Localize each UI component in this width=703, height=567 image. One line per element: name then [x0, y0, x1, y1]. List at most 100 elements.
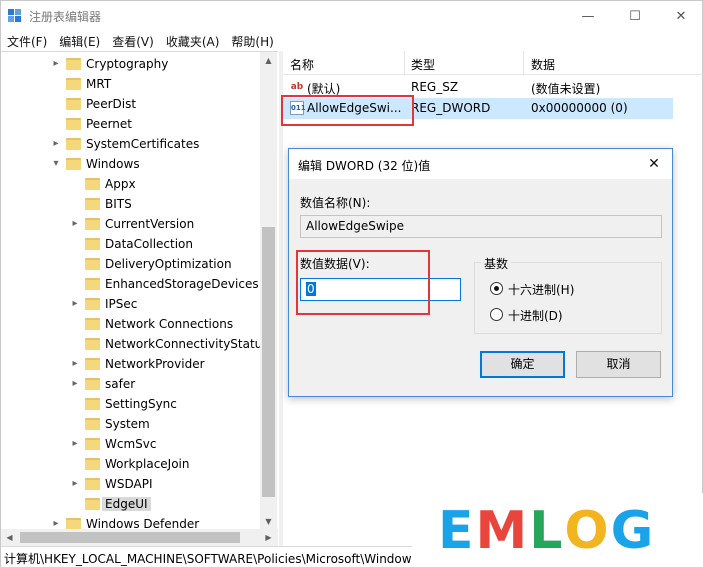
menu-view[interactable]: 查看(V) — [106, 31, 160, 51]
folder-icon — [66, 517, 81, 529]
tree-item[interactable]: ▸ safer — [1, 374, 260, 394]
tree-vertical-scrollbar[interactable]: ▲ ▼ — [260, 52, 277, 529]
tree-item[interactable]: ▸ SystemCertificates — [1, 134, 260, 154]
ok-button[interactable]: 确定 — [480, 351, 565, 378]
column-header-data[interactable]: 数据 — [531, 56, 555, 73]
tree-item[interactable]: BITS — [1, 194, 260, 214]
value-name-label: 数值名称(N): — [300, 196, 371, 210]
scroll-down-icon[interactable]: ▼ — [260, 513, 277, 529]
maximize-button[interactable]: ☐ — [612, 1, 658, 31]
highlight-box-value — [281, 95, 414, 126]
radio-hex-label: 十六进制(H) — [508, 283, 575, 297]
radio-hexadecimal[interactable]: 十六进制(H) — [490, 281, 610, 297]
tree-item[interactable]: DataCollection — [1, 234, 260, 254]
tree-item[interactable]: NetworkConnectivityStatus — [1, 334, 269, 354]
tree-item[interactable]: System — [1, 414, 260, 434]
tree-item-label: Windows Defender — [86, 517, 200, 529]
tree-item[interactable]: Network Connections — [1, 314, 260, 334]
value-type: REG_SZ — [411, 80, 459, 94]
radio-dec-label: 十进制(D) — [508, 309, 563, 323]
tree-item-label: WcmSvc — [105, 437, 157, 451]
dialog-close-button[interactable]: ✕ — [643, 153, 665, 175]
folder-icon — [85, 297, 100, 310]
tree-item-label: Appx — [105, 177, 136, 191]
minimize-button[interactable]: — — [565, 1, 611, 31]
expand-arrow-icon[interactable]: ▸ — [70, 478, 80, 490]
highlight-box-data — [296, 250, 430, 315]
folder-icon — [66, 157, 81, 170]
tree-item-label: Peernet — [86, 117, 132, 131]
tree-item[interactable]: EnhancedStorageDevices — [1, 274, 260, 294]
tree-item-label: BITS — [105, 197, 132, 211]
radio-decimal[interactable]: 十进制(D) — [490, 307, 610, 323]
folder-icon — [85, 437, 100, 450]
base-label: 基数 — [481, 255, 512, 272]
folder-icon — [85, 317, 100, 330]
tree-item[interactable]: ▾ Windows — [1, 154, 260, 174]
folder-icon — [85, 337, 100, 350]
collapse-arrow-icon[interactable]: ▾ — [51, 158, 61, 170]
tree-item-label: Cryptography — [86, 57, 169, 71]
status-path: 计算机\HKEY_LOCAL_MACHINE\SOFTWARE\Policies… — [4, 552, 465, 566]
tree-item-label: MRT — [86, 77, 112, 91]
tree-item[interactable]: ▸ CurrentVersion — [1, 214, 260, 234]
tree-item[interactable]: ▸ WSDAPI — [1, 474, 260, 494]
menu-edit[interactable]: 编辑(E) — [53, 31, 106, 51]
menu-bar: 文件(F) 编辑(E) 查看(V) 收藏夹(A) 帮助(H) — [1, 31, 702, 51]
maximize-icon: ☐ — [629, 8, 641, 24]
expand-arrow-icon[interactable]: ▸ — [51, 58, 61, 70]
folder-icon — [85, 497, 100, 510]
column-header-type[interactable]: 类型 — [411, 56, 435, 73]
scroll-up-icon[interactable]: ▲ — [260, 52, 277, 69]
tree-item[interactable]: ▸ NetworkProvider — [1, 354, 260, 374]
expand-arrow-icon[interactable]: ▸ — [70, 298, 80, 310]
expand-arrow-icon[interactable]: ▸ — [51, 518, 61, 529]
menu-help[interactable]: 帮助(H) — [225, 31, 279, 51]
value-data: 0x00000000 (0) — [531, 101, 628, 115]
close-button[interactable]: ✕ — [658, 1, 703, 31]
tree-item[interactable]: ▸ Windows Defender — [1, 514, 260, 529]
expand-arrow-icon[interactable]: ▸ — [70, 378, 80, 390]
tree-item[interactable]: ▸ Cryptography — [1, 54, 260, 74]
radio-unchecked-icon[interactable] — [490, 308, 503, 321]
tree-item[interactable]: DeliveryOptimization — [1, 254, 260, 274]
expand-arrow-icon[interactable]: ▸ — [51, 138, 61, 150]
tree-item[interactable]: EdgeUI — [1, 494, 260, 514]
tree-item[interactable]: MRT — [1, 74, 260, 94]
cancel-button[interactable]: 取消 — [576, 351, 661, 378]
folder-icon — [66, 77, 81, 90]
folder-icon — [66, 137, 81, 150]
expand-arrow-icon[interactable]: ▸ — [70, 438, 80, 450]
expand-arrow-icon[interactable]: ▸ — [70, 218, 80, 230]
tree-item[interactable]: Peernet — [1, 114, 260, 134]
registry-editor-window: 注册表编辑器 — ☐ ✕ 文件(F) 编辑(E) 查看(V) 收藏夹(A) 帮助… — [0, 0, 703, 567]
tree-item[interactable]: Appx — [1, 174, 260, 194]
tree-item[interactable]: ▸ WcmSvc — [1, 434, 260, 454]
column-separator[interactable] — [404, 51, 405, 75]
menu-favorites[interactable]: 收藏夹(A) — [160, 31, 226, 51]
tree-item[interactable]: ▸ IPSec — [1, 294, 260, 314]
scroll-right-icon[interactable]: ▶ — [260, 529, 277, 546]
menu-file[interactable]: 文件(F) — [1, 31, 53, 51]
column-header-name[interactable]: 名称 — [290, 56, 314, 73]
tree-item[interactable]: SettingSync — [1, 394, 260, 414]
expand-arrow-icon[interactable]: ▸ — [70, 358, 80, 370]
tree-item-label: SettingSync — [105, 397, 177, 411]
tree-item[interactable]: PeerDist — [1, 94, 260, 114]
folder-icon — [85, 457, 100, 470]
folder-icon — [85, 197, 100, 210]
radio-checked-icon[interactable] — [490, 282, 503, 295]
tree-horizontal-scrollbar[interactable]: ◀ ▶ — [1, 529, 278, 546]
column-separator[interactable] — [523, 51, 524, 75]
tree-item[interactable]: WorkplaceJoin — [1, 454, 260, 474]
scroll-left-icon[interactable]: ◀ — [1, 529, 18, 546]
tree-item-label: NetworkProvider — [105, 357, 205, 371]
tree-hscroll-thumb[interactable] — [20, 532, 240, 543]
tree-scroll-thumb[interactable] — [262, 227, 275, 497]
value-data: (数值未设置) — [531, 82, 601, 96]
